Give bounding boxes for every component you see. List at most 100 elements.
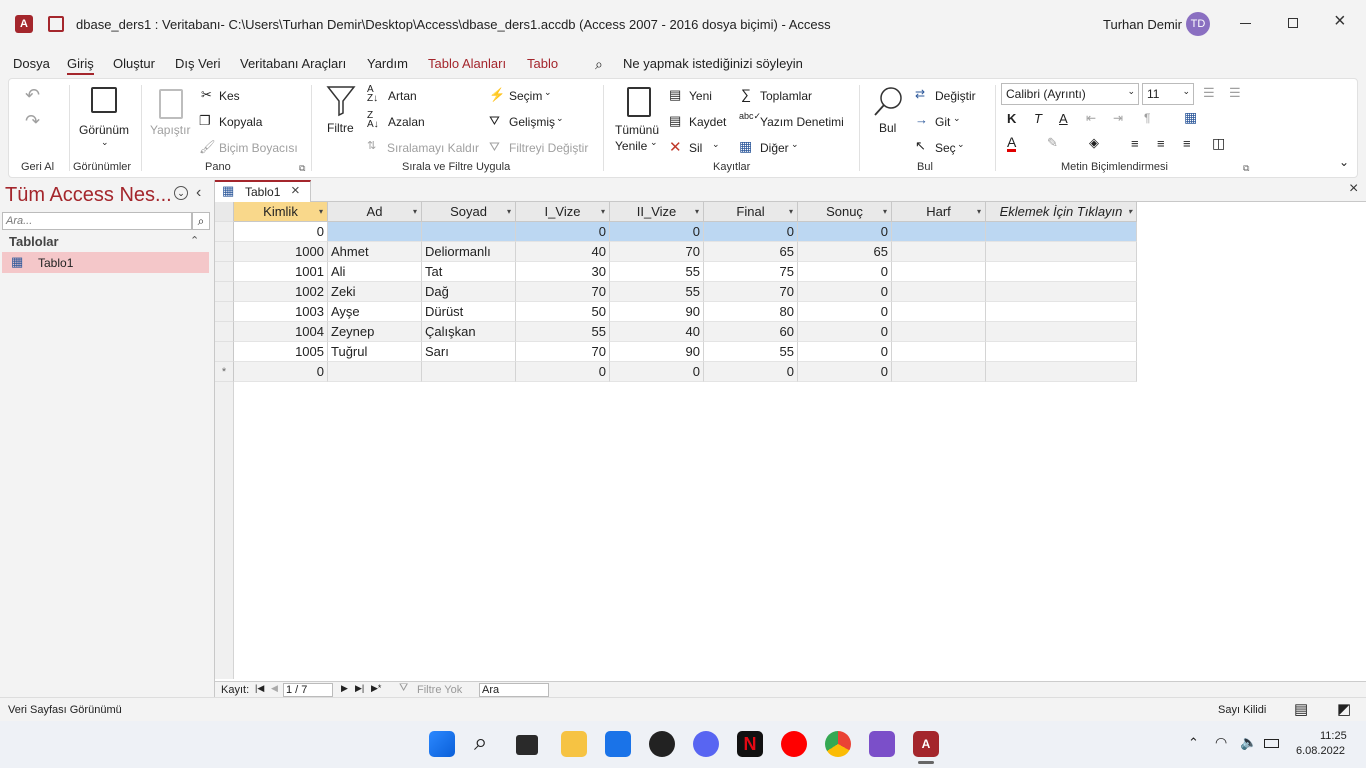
clock-date[interactable]: 6.08.2022	[1296, 745, 1345, 757]
section-collapse-icon[interactable]: ⌃	[190, 234, 199, 247]
cell-kimlik[interactable]: 1003	[234, 302, 328, 322]
cell-final[interactable]: 70	[704, 282, 798, 302]
close-document-icon[interactable]: ×	[1349, 180, 1358, 198]
nav-title[interactable]: Tüm Access Nes...	[5, 184, 172, 207]
cell-i-vize[interactable]: 70	[516, 342, 610, 362]
tab-close-icon[interactable]: ×	[291, 182, 300, 199]
menu-tablo-alanlari[interactable]: Tablo Alanları	[428, 56, 506, 71]
filter-status[interactable]: Filtre Yok	[417, 684, 462, 696]
new-button[interactable]: Yeni	[689, 89, 712, 103]
cell-ad[interactable]: Ayşe	[328, 302, 422, 322]
youtube-music-icon[interactable]	[781, 731, 807, 757]
dialog-launcher-icon[interactable]: ⧉	[299, 163, 305, 174]
minimize-icon[interactable]	[1240, 23, 1251, 24]
font-color-icon[interactable]: A	[1007, 135, 1017, 152]
cell-final[interactable]: 60	[704, 322, 798, 342]
column-header-sonuc[interactable]: Sonuç ▾	[798, 202, 892, 222]
cell-ii-vize[interactable]: 90	[610, 342, 704, 362]
cell-sonuc[interactable]: 0	[798, 282, 892, 302]
cell-kimlik[interactable]: 0	[234, 222, 328, 242]
cell-add-field[interactable]	[986, 302, 1137, 322]
cell-i-vize[interactable]: 70	[516, 282, 610, 302]
font-select[interactable]: Calibri (Ayrıntı) ⌄	[1001, 83, 1139, 105]
cell-soyad[interactable]	[422, 362, 516, 382]
numbering-icon[interactable]: ☰	[1229, 85, 1241, 101]
nav-collapse-icon[interactable]: ‹	[196, 184, 201, 202]
cell-ad[interactable]: Tuğrul	[328, 342, 422, 362]
totals-button[interactable]: Toplamlar	[760, 89, 812, 103]
replace-button[interactable]: Değiştir	[935, 89, 976, 103]
cell-sonuc[interactable]: 0	[798, 362, 892, 382]
cell-kimlik[interactable]: 1005	[234, 342, 328, 362]
no-filter-icon[interactable]: ⛛	[399, 682, 408, 695]
search-icon[interactable]: ⌕	[474, 729, 487, 757]
cell-i-vize[interactable]: 0	[516, 222, 610, 242]
show-hidden-icons-icon[interactable]: ⌃	[1188, 735, 1199, 751]
refresh-all-button-line1[interactable]: Tümünü	[615, 123, 659, 137]
menu-dosya[interactable]: Dosya	[13, 56, 50, 71]
cell-kimlik[interactable]: 0	[234, 362, 328, 382]
nav-menu-chevron-icon[interactable]: ⌄	[174, 186, 188, 200]
cell-i-vize[interactable]: 50	[516, 302, 610, 322]
cell-harf[interactable]	[892, 222, 986, 242]
design-view-icon[interactable]: ◩	[1337, 700, 1351, 718]
refresh-all-icon[interactable]	[627, 87, 651, 117]
windows-start-icon[interactable]	[429, 731, 455, 757]
row-selector[interactable]	[215, 282, 234, 302]
cell-add-field[interactable]	[986, 282, 1137, 302]
column-dropdown-icon[interactable]: ▾	[789, 202, 793, 221]
nav-search-input[interactable]: Ara...	[2, 212, 192, 230]
bullets-icon[interactable]: ☰	[1203, 85, 1215, 101]
format-painter-button[interactable]: Biçim Boyacısı	[219, 141, 298, 155]
file-explorer-icon[interactable]	[561, 731, 587, 757]
record-position-input[interactable]: 1 / 7	[283, 683, 333, 697]
bold-button[interactable]: K	[1007, 111, 1016, 126]
cell-harf[interactable]	[892, 302, 986, 322]
cell-final[interactable]: 80	[704, 302, 798, 322]
nav-section-header[interactable]: Tablolar	[9, 234, 59, 249]
search-icon[interactable]: ⌕	[192, 212, 210, 230]
record-search-input[interactable]: Ara	[479, 683, 549, 697]
column-dropdown-icon[interactable]: ▾	[601, 202, 605, 221]
column-dropdown-icon[interactable]: ▾	[319, 202, 323, 221]
cell-ii-vize[interactable]: 70	[610, 242, 704, 262]
paste-button[interactable]: Yapıştır	[150, 123, 190, 137]
cell-add-field[interactable]	[986, 222, 1137, 242]
cell-ii-vize[interactable]: 55	[610, 282, 704, 302]
column-header-harf[interactable]: Harf ▾	[892, 202, 986, 222]
cell-ad[interactable]: Zeynep	[328, 322, 422, 342]
cell-harf[interactable]	[892, 322, 986, 342]
cell-ad[interactable]: Ahmet	[328, 242, 422, 262]
gridlines-icon[interactable]: ▦	[1184, 109, 1197, 126]
discord-icon[interactable]	[693, 731, 719, 757]
menu-yardim[interactable]: Yardım	[367, 56, 408, 71]
cell-add-field[interactable]	[986, 322, 1137, 342]
column-header-i-vize[interactable]: I_Vize ▾	[516, 202, 610, 222]
row-selector[interactable]	[215, 262, 234, 282]
save-icon[interactable]	[48, 16, 64, 32]
filter-button[interactable]: Filtre	[327, 121, 354, 135]
access-taskbar-icon[interactable]: A	[913, 731, 939, 757]
nav-item-tablo1[interactable]: ▦ Tablo1	[2, 252, 209, 273]
cell-add-field[interactable]	[986, 262, 1137, 282]
cell-sonuc[interactable]: 0	[798, 222, 892, 242]
menu-olustur[interactable]: Oluştur	[113, 56, 155, 71]
cell-i-vize[interactable]: 30	[516, 262, 610, 282]
row-selector[interactable]	[215, 242, 234, 262]
cell-ad[interactable]	[328, 222, 422, 242]
paste-icon[interactable]	[159, 89, 183, 119]
menu-dis-veri[interactable]: Dış Veri	[175, 56, 221, 71]
cell-sonuc[interactable]: 0	[798, 322, 892, 342]
menu-giris[interactable]: Giriş	[67, 56, 94, 75]
increase-indent-icon[interactable]: ⇥	[1113, 111, 1123, 125]
chrome-icon[interactable]	[825, 731, 851, 757]
cell-final[interactable]: 75	[704, 262, 798, 282]
refresh-all-button-line2[interactable]: Yenile	[615, 139, 647, 153]
align-left-icon[interactable]: ≡	[1131, 136, 1139, 151]
ascending-button[interactable]: Artan	[388, 89, 417, 103]
new-record-icon[interactable]: ▶*	[371, 683, 381, 694]
column-dropdown-icon[interactable]: ▾	[1128, 202, 1132, 221]
cell-soyad[interactable]: Tat	[422, 262, 516, 282]
first-record-icon[interactable]: |◀	[255, 683, 264, 694]
undo-icon[interactable]: ↶	[25, 85, 40, 106]
